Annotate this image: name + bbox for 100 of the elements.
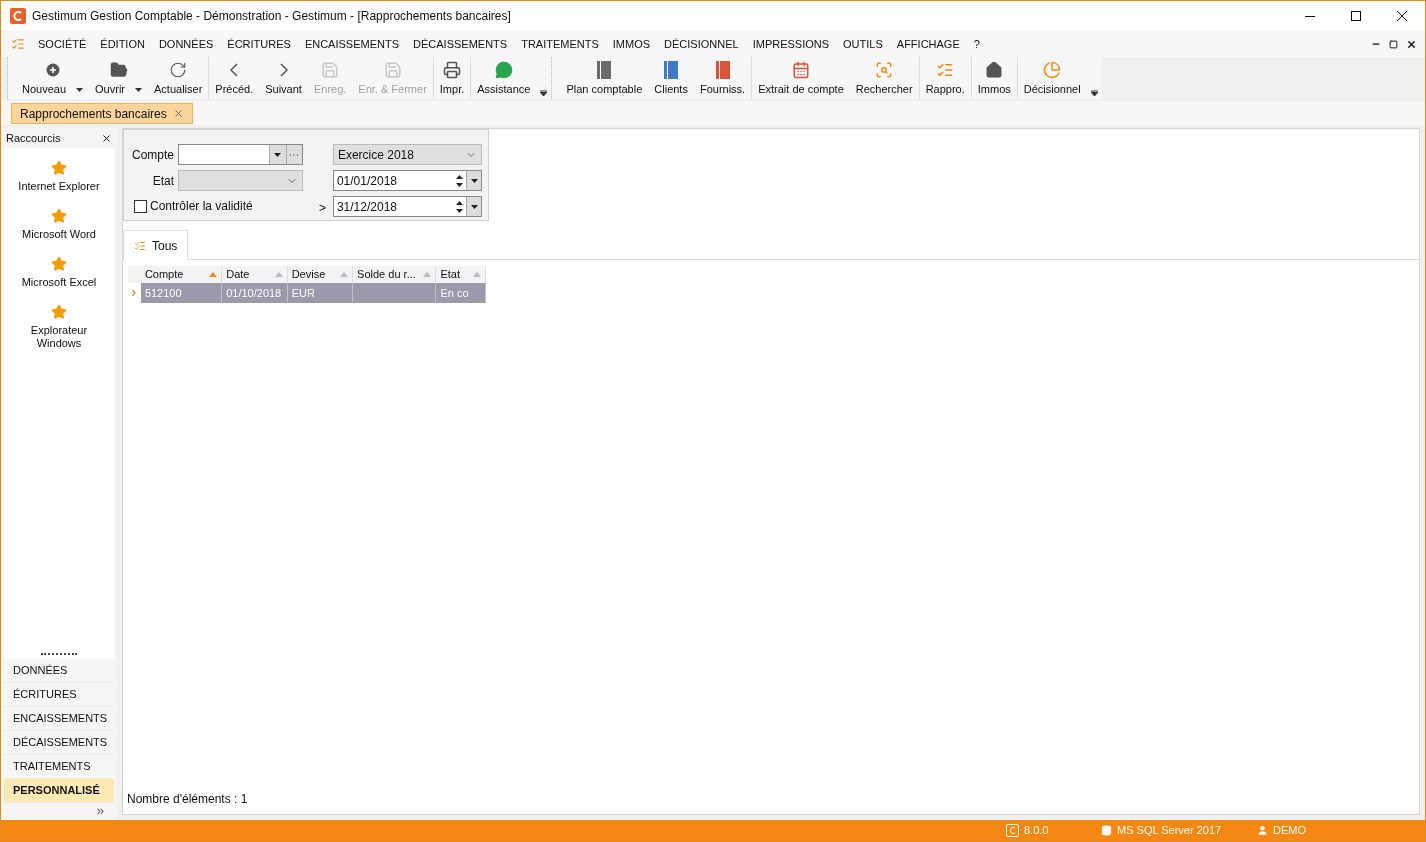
menu-item[interactable]: DÉCISIONNEL bbox=[657, 33, 746, 55]
dropdown-arrow-icon bbox=[470, 204, 478, 209]
sort-arrow-icon bbox=[340, 272, 349, 277]
toolbar-button[interactable]: Assistance bbox=[471, 57, 537, 99]
sort-arrow-icon bbox=[423, 272, 432, 277]
checkbox[interactable] bbox=[134, 199, 147, 213]
menu-item[interactable]: SOCIÉTÉ bbox=[31, 33, 94, 55]
spin-arrows-icon[interactable] bbox=[456, 199, 463, 214]
restore-icon[interactable] bbox=[1389, 39, 1398, 49]
star-icon bbox=[51, 304, 67, 320]
star-icon bbox=[51, 208, 67, 224]
close-icon[interactable] bbox=[101, 132, 112, 144]
version-label: 8.0.0 bbox=[1024, 823, 1049, 839]
toolbar-button[interactable]: Fourniss. bbox=[693, 57, 752, 99]
overflow-arrow-icon[interactable] bbox=[1090, 90, 1098, 96]
user-icon bbox=[1257, 825, 1268, 836]
sort-arrow-icon bbox=[473, 272, 481, 277]
shortcut-item[interactable]: Microsoft Word bbox=[9, 208, 109, 241]
checklist-icon bbox=[936, 61, 955, 79]
toolbar-button[interactable]: Ouvrir bbox=[89, 57, 148, 99]
pie-chart-icon bbox=[1043, 61, 1062, 79]
toolbar-button[interactable]: Impr. bbox=[433, 57, 471, 99]
menu-item[interactable]: ÉCRITURES bbox=[220, 33, 298, 55]
toolbar-button[interactable]: Décisionnel bbox=[1017, 57, 1087, 99]
dropdown-arrow-icon bbox=[274, 152, 282, 157]
user-label: DEMO bbox=[1273, 823, 1306, 839]
date-field[interactable]: 31/12/2018 bbox=[332, 196, 482, 217]
dropdown-arrow-icon bbox=[470, 178, 478, 183]
chevron-left-icon bbox=[230, 63, 239, 77]
app-logo-icon bbox=[1006, 824, 1019, 837]
menu-item[interactable]: ? bbox=[966, 33, 987, 55]
calendar-icon bbox=[791, 61, 810, 79]
maximize-icon bbox=[1351, 11, 1361, 21]
table-cell-text: 01/10/2018 bbox=[226, 285, 282, 301]
menu-item[interactable]: ÉDITION bbox=[93, 33, 152, 55]
shortcut-item[interactable]: Microsoft Excel bbox=[9, 256, 109, 289]
menu-item[interactable]: DÉCAISSEMENTS bbox=[406, 33, 515, 55]
account-combo-field[interactable] bbox=[178, 144, 303, 165]
minimize-icon bbox=[1305, 15, 1315, 17]
plus-circle-icon bbox=[45, 63, 60, 77]
dropdown-arrow-icon bbox=[76, 87, 84, 92]
book-icon bbox=[664, 61, 679, 79]
checklist-icon bbox=[134, 239, 146, 252]
house-icon bbox=[985, 61, 1004, 79]
table-cell-text: 512100 bbox=[144, 285, 182, 301]
app-logo-icon bbox=[10, 8, 26, 24]
table-cell-text: EUR bbox=[291, 285, 315, 301]
toolbar-button[interactable]: Immos bbox=[971, 57, 1017, 99]
database-icon bbox=[1101, 825, 1112, 836]
folder-icon bbox=[109, 61, 128, 79]
overflow-arrow-icon[interactable] bbox=[540, 90, 548, 96]
panel-title: Raccourcis bbox=[6, 130, 61, 146]
refresh-icon bbox=[169, 61, 188, 79]
chevron-right-icon bbox=[279, 63, 288, 77]
toolbar-button[interactable]: Rechercher bbox=[849, 57, 919, 99]
date-field[interactable]: 01/01/2018 bbox=[332, 170, 482, 191]
table-cell-text: En co bbox=[440, 285, 469, 301]
sort-arrow-icon bbox=[274, 272, 283, 277]
star-icon bbox=[51, 256, 67, 272]
search-icon bbox=[875, 61, 894, 79]
close-icon[interactable] bbox=[1406, 38, 1417, 50]
sidebar-section[interactable]: PERSONNALISÉ bbox=[4, 779, 114, 803]
ellipsis-icon bbox=[290, 153, 299, 156]
star-icon bbox=[51, 160, 67, 176]
field-label: Etat bbox=[151, 172, 174, 190]
toolbar-button[interactable]: Actualiser bbox=[148, 57, 209, 99]
menu-item[interactable]: IMMOS bbox=[605, 33, 658, 55]
toolbar-button[interactable]: Clients bbox=[648, 57, 694, 99]
item-count: Nombre d'éléments : 1 bbox=[127, 791, 249, 808]
spin-arrows-icon[interactable] bbox=[456, 173, 463, 188]
greater-than-sign: > bbox=[318, 200, 326, 217]
chat-bubble-icon bbox=[494, 61, 513, 79]
book-icon bbox=[715, 61, 730, 79]
book-icon bbox=[597, 61, 612, 79]
toolbar-button[interactable]: Extrait de compte bbox=[752, 57, 850, 99]
menu-item[interactable]: ENCAISSEMENTS bbox=[297, 33, 407, 55]
menu-item[interactable]: AFFICHAGE bbox=[889, 33, 967, 55]
dropdown-arrow-icon bbox=[135, 87, 142, 92]
close-icon bbox=[1397, 11, 1407, 21]
toolbar-button[interactable]: Suivant bbox=[259, 57, 308, 99]
menu-item[interactable]: DONNÉES bbox=[151, 33, 221, 55]
view-tab[interactable]: Tous bbox=[123, 230, 189, 260]
document-tab[interactable]: Rapprochements bancaires bbox=[11, 103, 193, 124]
shortcut-item[interactable]: Internet Explorer bbox=[9, 160, 109, 193]
server-label: MS SQL Server 2017 bbox=[1117, 823, 1222, 839]
menu-item[interactable]: TRAITEMENTS bbox=[514, 33, 606, 55]
fiscal-year-dropdown[interactable]: Exercice 2018 bbox=[332, 144, 482, 165]
checkbox-label: Contrôler la validité bbox=[150, 198, 253, 215]
printer-icon bbox=[443, 61, 462, 79]
field-label: Compte bbox=[130, 146, 174, 164]
toolbar-button[interactable]: Plan comptable bbox=[560, 57, 649, 99]
window-title: Gestimum Gestion Comptable - Démonstration - Gestimum - [Rapprochements bancaires] bbox=[32, 8, 511, 25]
toolbar-button[interactable]: Nouveau bbox=[16, 57, 90, 99]
toolbar-button[interactable]: Précéd. bbox=[209, 57, 260, 99]
toolbar-button[interactable]: Rappro. bbox=[919, 57, 971, 99]
menu-item[interactable]: OUTILS bbox=[836, 33, 890, 55]
expand-chevrons-icon[interactable] bbox=[95, 806, 106, 817]
shortcut-item[interactable]: Explorateur Windows bbox=[9, 304, 109, 350]
sort-arrow-icon bbox=[209, 272, 218, 277]
menu-item[interactable]: IMPRESSIONS bbox=[745, 33, 837, 55]
